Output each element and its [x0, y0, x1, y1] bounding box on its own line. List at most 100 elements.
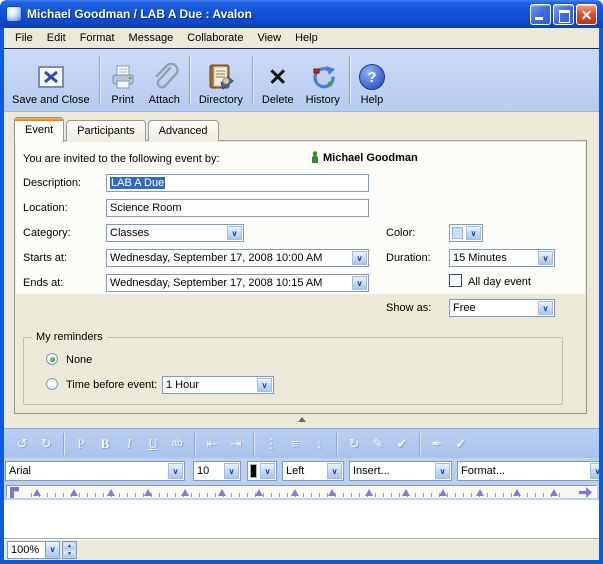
tab-stops [33, 489, 558, 496]
starts-at-select[interactable]: Wednesday, September 17, 2008 10:00 AM ∨ [106, 249, 369, 267]
attach-button[interactable]: Attach [143, 52, 186, 109]
category-select[interactable]: Classes ∨ [106, 224, 244, 242]
help-button[interactable]: ? Help [353, 52, 391, 109]
move-down-icon[interactable]: ↓ [307, 433, 331, 455]
tab-stop-marker [70, 489, 78, 496]
duration-select[interactable]: 15 Minutes ∨ [449, 249, 555, 267]
toolbar-separator [63, 433, 64, 455]
event-form-area: Event Participants Advanced You are invi… [4, 112, 599, 428]
all-day-checkbox[interactable] [449, 274, 462, 287]
menu-view[interactable]: View [250, 30, 288, 46]
insert-select[interactable]: Insert... ∨ [349, 461, 452, 481]
menu-format[interactable]: Format [73, 30, 122, 46]
zoom-spinner-down[interactable]: ▼ [63, 550, 76, 558]
window-body: File Edit Format Message Collaborate Vie… [4, 28, 599, 560]
zoom-spinner-up[interactable]: ▲ [63, 542, 76, 550]
reminder-time-radio[interactable] [46, 378, 58, 390]
ruler[interactable] [6, 485, 597, 498]
plain-text-icon[interactable]: ab [165, 433, 189, 455]
color-select[interactable]: ∨ [449, 224, 483, 242]
bold-icon[interactable]: B [93, 433, 117, 455]
tab-event[interactable]: Event [14, 117, 64, 142]
chevron-down-icon: ∨ [352, 276, 367, 290]
close-button[interactable] [576, 4, 597, 25]
zoom-control: 100% ∨ ▲ ▼ [7, 541, 77, 559]
toolbar-separator [189, 56, 190, 105]
minimize-button[interactable] [530, 4, 551, 25]
accept-icon[interactable]: ✔ [390, 433, 414, 455]
font-color-select[interactable]: ∨ [247, 461, 277, 481]
italic-icon[interactable]: I [117, 433, 141, 455]
show-as-select[interactable]: Free ∨ [449, 299, 555, 317]
delete-button[interactable]: ✕ Delete [256, 52, 300, 109]
titlebar[interactable]: Michael Goodman / LAB A Due : Avalon [0, 0, 603, 28]
color-swatch [452, 227, 463, 239]
tab-stop-marker [107, 489, 115, 496]
underline-icon[interactable]: U [141, 433, 165, 455]
my-reminders-legend: My reminders [32, 331, 107, 343]
tab-stop-marker [550, 489, 558, 496]
location-input[interactable]: Science Room [106, 199, 369, 217]
reminder-time-label: Time before event: [66, 379, 157, 391]
left-indent-marker[interactable] [10, 487, 19, 498]
chevron-down-icon[interactable]: ∨ [45, 541, 60, 559]
description-input[interactable]: LAB A Due [106, 174, 369, 192]
tab-stop-marker [144, 489, 152, 496]
ends-at-select[interactable]: Wednesday, September 17, 2008 10:15 AM ∨ [106, 274, 369, 292]
indent-increase-icon[interactable]: ⇥ [224, 433, 248, 455]
color-label: Color: [386, 227, 415, 239]
font-family-select[interactable]: Arial ∨ [5, 461, 185, 481]
tab-stop-marker [476, 489, 484, 496]
tab-advanced[interactable]: Advanced [148, 120, 219, 141]
maximize-button[interactable] [553, 4, 574, 25]
paragraph-icon[interactable]: P [69, 433, 93, 455]
print-button[interactable]: Print [103, 52, 143, 109]
history-button[interactable]: History [300, 52, 346, 109]
toolbar-separator [99, 56, 100, 105]
paragraph-marks-icon[interactable]: ≡ [283, 433, 307, 455]
directory-button[interactable]: Directory [193, 52, 249, 109]
statusbar: 100% ∨ ▲ ▼ [4, 538, 599, 560]
undo-icon[interactable]: ↺ [10, 433, 34, 455]
indent-decrease-icon[interactable]: ⇤ [200, 433, 224, 455]
pen-icon[interactable]: ✎ [366, 433, 390, 455]
format-select[interactable]: Format... ∨ [457, 461, 599, 481]
alignment-select[interactable]: Left ∨ [282, 461, 344, 481]
event-tab-panel: You are invited to the following event b… [14, 140, 587, 414]
save-and-close-button[interactable]: Save and Close [6, 52, 96, 109]
chevron-down-icon: ∨ [352, 251, 367, 265]
ruler-strip [4, 484, 599, 500]
font-size-select[interactable]: 10 ∨ [193, 461, 241, 481]
reminder-none-label: None [66, 354, 92, 366]
splitter-collapse-handle[interactable] [298, 417, 306, 422]
signature-icon[interactable]: ✒ [425, 433, 449, 455]
menu-edit[interactable]: Edit [40, 30, 73, 46]
menu-help[interactable]: Help [288, 30, 325, 46]
toolbar-separator [336, 433, 337, 455]
user-icon [311, 151, 319, 166]
spellcheck-icon[interactable]: ✓ [449, 433, 473, 455]
font-color-swatch [250, 464, 257, 478]
tab-stop-marker [402, 489, 410, 496]
menu-file[interactable]: File [8, 30, 40, 46]
formatting-toolbar: ↺ ↻ P B I U ab ⇤ ⇥ ⋮ ≡ ↓ ↻ ✎ ✔ ✒ ✓ [4, 428, 599, 458]
chevron-down-icon: ∨ [224, 463, 239, 479]
directory-icon [207, 60, 235, 94]
event-window: Michael Goodman / LAB A Due : Avalon Fil… [0, 0, 603, 564]
redo-icon[interactable]: ↻ [34, 433, 58, 455]
time-before-select[interactable]: 1 Hour ∨ [162, 376, 274, 394]
refresh-icon[interactable]: ↻ [342, 433, 366, 455]
menu-message[interactable]: Message [122, 30, 181, 46]
list-icon[interactable]: ⋮ [259, 433, 283, 455]
tab-stop-marker [255, 489, 263, 496]
chevron-down-icon: ∨ [257, 378, 272, 392]
app-icon [6, 6, 22, 22]
reminder-none-radio[interactable] [46, 353, 58, 365]
tab-participants[interactable]: Participants [66, 120, 145, 141]
right-indent-marker[interactable] [579, 487, 592, 498]
toolbar-separator [252, 56, 253, 105]
zoom-select[interactable]: 100% [7, 541, 45, 559]
message-body[interactable] [4, 500, 599, 538]
starts-at-label: Starts at: [23, 252, 67, 264]
menu-collaborate[interactable]: Collaborate [180, 30, 250, 46]
